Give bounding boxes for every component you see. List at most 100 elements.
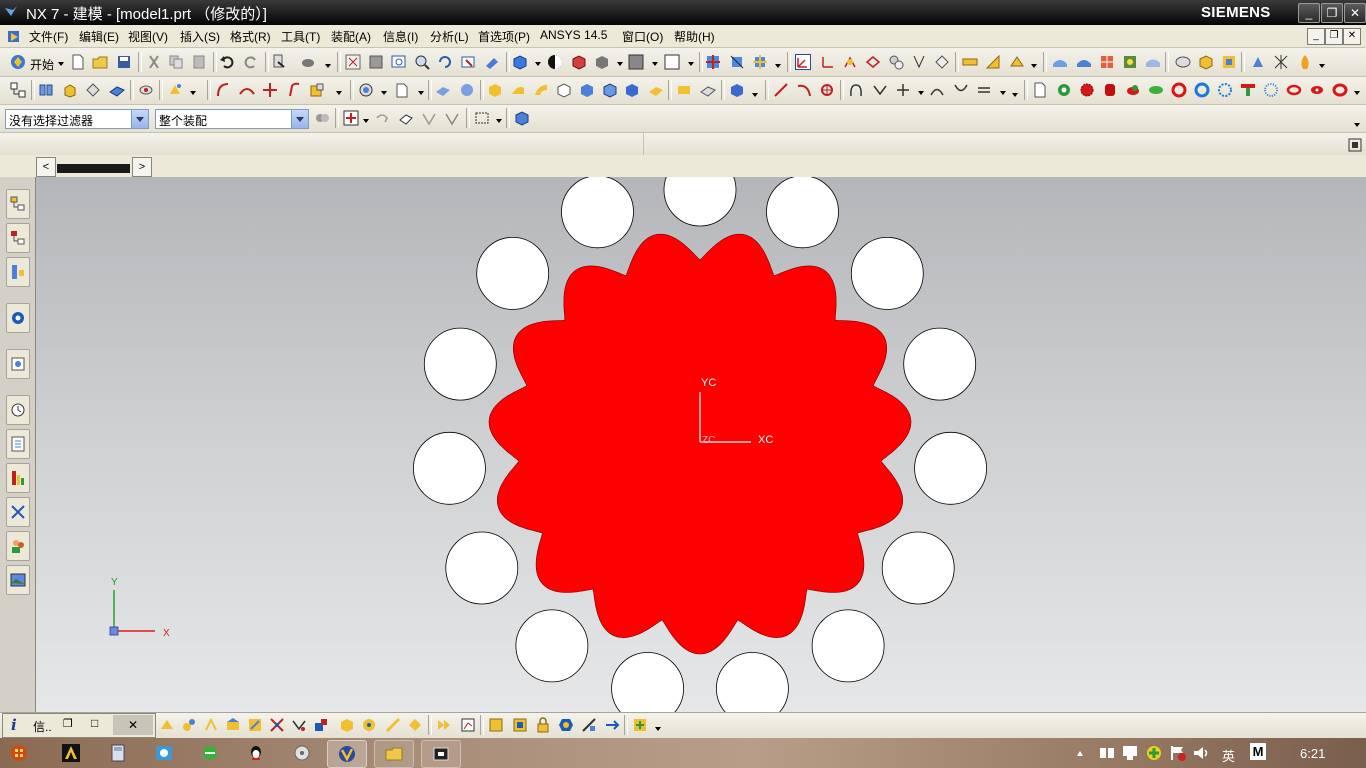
move-face-icon[interactable] xyxy=(729,82,745,98)
subtract-icon[interactable] xyxy=(510,82,526,98)
pattern-icon[interactable] xyxy=(167,82,183,98)
action-center-tray-icon[interactable] xyxy=(1169,744,1187,762)
mdi-minimize-button[interactable]: _ xyxy=(1307,28,1325,45)
sphere-icon[interactable] xyxy=(459,82,475,98)
datum-icon[interactable] xyxy=(1273,54,1289,70)
calculator-taskbar-icon[interactable] xyxy=(109,744,127,762)
roller[interactable] xyxy=(850,237,924,310)
selection-method-arrow[interactable] xyxy=(496,119,502,123)
offset-face-icon[interactable] xyxy=(602,82,618,98)
menu-help[interactable]: 帮助(H) xyxy=(674,28,715,45)
measure-distance-icon[interactable] xyxy=(962,54,978,70)
split-curve-icon[interactable] xyxy=(262,82,278,98)
shell-icon[interactable] xyxy=(556,82,572,98)
qq-taskbar-icon[interactable] xyxy=(247,744,265,762)
restore-button[interactable]: ❐ xyxy=(1321,3,1343,23)
sensor-icon[interactable] xyxy=(313,717,329,733)
feature-options-arrow[interactable] xyxy=(1319,64,1325,68)
ring-gear-icon[interactable] xyxy=(1171,82,1187,98)
media-taskbar-icon[interactable] xyxy=(293,744,311,762)
security-tray-icon[interactable] xyxy=(1121,744,1139,762)
snap-point-icon[interactable] xyxy=(729,54,745,70)
tab-scroll-right-button[interactable]: > xyxy=(132,157,152,177)
manufacturing-wizard-tab[interactable] xyxy=(6,497,30,527)
mdi-restore-button[interactable]: ❐ xyxy=(1325,28,1343,45)
minimize-button[interactable]: _ xyxy=(1298,3,1320,23)
roller[interactable] xyxy=(914,431,987,505)
menu-ansys[interactable]: ANSYS 14.5 xyxy=(540,28,607,42)
view-options-arrow[interactable] xyxy=(775,64,781,68)
ie-taskbar-icon[interactable] xyxy=(201,744,219,762)
explorer-taskbar-button[interactable] xyxy=(374,740,414,768)
menu-preferences[interactable]: 首选项(P) xyxy=(478,28,530,45)
info-close-button[interactable]: ✕ xyxy=(113,715,153,735)
cut-icon[interactable] xyxy=(146,54,162,70)
rectangle-select-icon[interactable] xyxy=(474,110,490,126)
snap-view-icon[interactable] xyxy=(705,54,721,70)
scale-body-icon[interactable] xyxy=(624,82,640,98)
spring-force-icon[interactable] xyxy=(247,717,263,733)
wcs-dynamic-icon[interactable] xyxy=(795,54,811,70)
measure-body-icon[interactable] xyxy=(1009,54,1025,70)
repeat-command-icon[interactable] xyxy=(271,54,287,70)
save-icon[interactable] xyxy=(116,54,132,70)
volume-tray-icon[interactable] xyxy=(1192,744,1210,762)
analysis-options-arrow[interactable] xyxy=(1031,64,1037,68)
wcs-orient-icon[interactable] xyxy=(865,54,881,70)
flame-icon[interactable] xyxy=(1297,54,1313,70)
update-tray-icon[interactable] xyxy=(1145,744,1163,762)
mate-component-icon[interactable] xyxy=(1221,54,1237,70)
unite-icon[interactable] xyxy=(487,82,503,98)
edge-blend-icon[interactable] xyxy=(648,82,664,98)
start-orb-icon[interactable] xyxy=(10,744,28,762)
measure-angle-icon[interactable] xyxy=(985,54,1001,70)
ime-indicator[interactable]: 英 xyxy=(1222,746,1235,765)
ansys-taskbar-icon[interactable] xyxy=(62,744,80,762)
arc-icon[interactable] xyxy=(796,82,812,98)
part-navigator-icon[interactable] xyxy=(10,82,26,98)
zoom-area-icon[interactable] xyxy=(368,54,384,70)
toolbar-options-arrow[interactable] xyxy=(325,64,331,68)
add-component-icon[interactable] xyxy=(1198,54,1214,70)
point-icon[interactable] xyxy=(819,82,835,98)
process-studio-tab[interactable] xyxy=(6,463,30,493)
info-restore-button[interactable]: ❐ xyxy=(63,717,73,730)
sew-icon[interactable] xyxy=(700,82,716,98)
menu-analysis[interactable]: 分析(L) xyxy=(430,28,469,45)
hole-icon[interactable] xyxy=(109,82,125,98)
pan-icon[interactable] xyxy=(460,54,476,70)
roller[interactable] xyxy=(881,531,955,605)
chamfer-icon[interactable] xyxy=(309,82,325,98)
start-dropdown-arrow[interactable] xyxy=(58,62,64,66)
reuse-library-tab[interactable] xyxy=(6,303,30,333)
spline-gear-icon[interactable] xyxy=(1079,82,1095,98)
new-part-icon[interactable] xyxy=(1032,82,1048,98)
roller[interactable] xyxy=(445,531,519,605)
type-filter-arrow[interactable] xyxy=(131,110,148,128)
solver-icon[interactable] xyxy=(488,717,504,733)
bottom-toolbar-options-arrow[interactable] xyxy=(655,727,661,731)
motion-icon[interactable] xyxy=(159,717,175,733)
wcs-set-icon[interactable] xyxy=(934,54,950,70)
cam-icon[interactable] xyxy=(1309,82,1325,98)
menu-view[interactable]: 视图(V) xyxy=(128,28,168,45)
block-icon[interactable] xyxy=(435,82,451,98)
deviation-analysis-icon[interactable] xyxy=(1145,54,1161,70)
ime-mode-indicator[interactable]: M xyxy=(1250,743,1266,760)
filter-settings-icon[interactable] xyxy=(314,110,330,126)
menu-edit[interactable]: 编辑(E) xyxy=(79,28,119,45)
revolve-icon[interactable] xyxy=(85,82,101,98)
render-style-dropdown[interactable] xyxy=(535,62,541,66)
perspective-icon[interactable] xyxy=(484,54,500,70)
shaded-with-edges-icon[interactable] xyxy=(512,54,528,70)
derived-curve-options-arrow[interactable] xyxy=(1000,91,1006,95)
model-scene[interactable]: YC XC ZC Y X xyxy=(36,177,1366,712)
spring-icon[interactable] xyxy=(1286,82,1302,98)
roller[interactable] xyxy=(663,177,737,227)
roles-tab[interactable] xyxy=(6,531,30,561)
rack-pinion-icon[interactable] xyxy=(361,717,377,733)
intersection-curve-icon[interactable] xyxy=(953,82,969,98)
selection-toolbar-options-arrow[interactable] xyxy=(1354,123,1360,127)
browser-taskbar-icon[interactable] xyxy=(155,744,173,762)
static-wireframe-icon[interactable] xyxy=(571,54,587,70)
